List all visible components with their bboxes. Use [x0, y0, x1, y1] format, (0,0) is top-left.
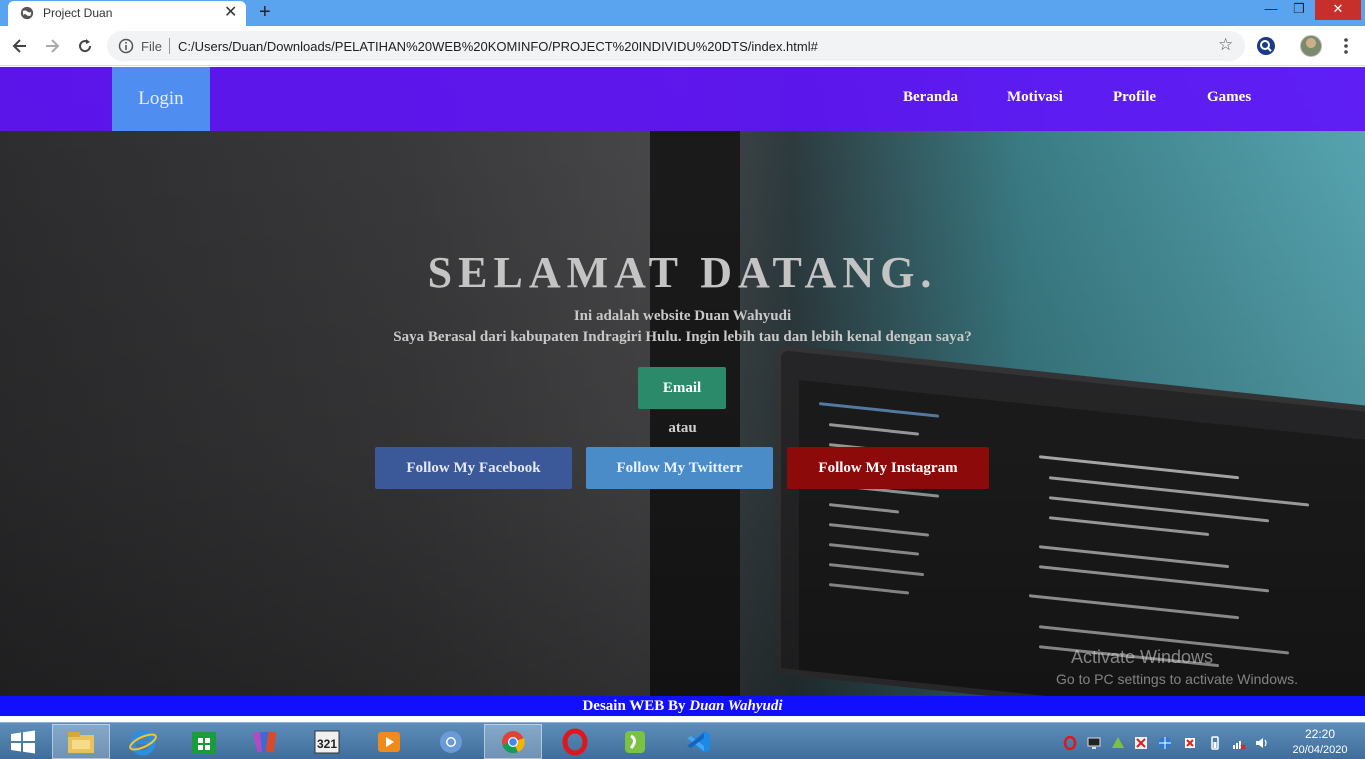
web-page: Login Beranda Motivasi Profile Games SEL… — [0, 67, 1365, 716]
extension-search-icon[interactable] — [1256, 36, 1276, 56]
hero-subtitle: Ini adalah website Duan Wahyudi — [573, 308, 792, 324]
nav-link-beranda[interactable]: Beranda — [903, 89, 958, 106]
url-separator — [169, 38, 170, 54]
tab-close-icon[interactable]: ✕ — [224, 3, 237, 23]
back-arrow-icon[interactable] — [10, 36, 30, 56]
file-explorer-icon[interactable] — [52, 724, 110, 759]
login-button[interactable]: Login — [112, 67, 210, 131]
hero-title: SELAMAT DATANG. — [427, 248, 938, 297]
new-tab-button[interactable]: + — [259, 1, 271, 23]
battery-tray-icon[interactable] — [1208, 736, 1222, 750]
hero-description: Saya Berasal dari kabupaten Indragiri Hu… — [393, 329, 972, 345]
clock-date[interactable]: 20/04/2020 — [1286, 744, 1354, 756]
info-icon[interactable] — [118, 38, 134, 54]
media-player-icon[interactable] — [360, 724, 418, 759]
nav-link-profile[interactable]: Profile — [1113, 89, 1156, 106]
browser-tab[interactable]: Project Duan ✕ — [8, 1, 246, 26]
reload-icon[interactable] — [75, 36, 95, 56]
opera-icon[interactable] — [546, 724, 604, 759]
monitor-tray-icon[interactable] — [1087, 736, 1101, 750]
store-icon[interactable] — [175, 724, 233, 759]
instagram-button[interactable]: Follow My Instagram — [787, 447, 989, 489]
opera-tray-icon[interactable] — [1063, 736, 1077, 750]
profile-avatar[interactable] — [1300, 35, 1322, 57]
chrome-icon[interactable] — [484, 724, 542, 759]
url-text[interactable]: C:/Users/Duan/Downloads/PELATIHAN%20WEB%… — [178, 39, 818, 54]
tool-tray-icon[interactable] — [1134, 736, 1148, 750]
site-navbar: Login Beranda Motivasi Profile Games — [0, 67, 1365, 131]
globe-icon — [20, 6, 34, 20]
windows-taskbar: 321 22:20 20/04/2020 — [0, 722, 1365, 759]
window-close-button[interactable]: ✕ — [1315, 0, 1361, 20]
clock-time[interactable]: 22:20 — [1298, 727, 1342, 741]
nvidia-tray-icon[interactable] — [1111, 736, 1125, 750]
browser-tab-bar: Project Duan ✕ + — ❐ ✕ — [0, 0, 1365, 26]
window-maximize-button[interactable]: ❐ — [1286, 0, 1312, 20]
chromium-icon[interactable] — [422, 724, 480, 759]
windows-start-icon[interactable] — [8, 728, 38, 756]
network-tray-icon[interactable] — [1232, 736, 1246, 750]
nav-link-motivasi[interactable]: Motivasi — [1007, 89, 1063, 106]
svg-text:321: 321 — [317, 737, 337, 751]
nav-link-games[interactable]: Games — [1207, 89, 1251, 106]
network-globe-tray-icon[interactable] — [1158, 736, 1172, 750]
forward-arrow-icon[interactable] — [42, 36, 62, 56]
facebook-button[interactable]: Follow My Facebook — [375, 447, 572, 489]
email-button[interactable]: Email — [638, 367, 726, 409]
browser-toolbar: File C:/Users/Duan/Downloads/PELATIHAN%2… — [0, 26, 1365, 66]
separator-text: atau — [668, 420, 697, 436]
activate-windows-title: Activate Windows — [1071, 647, 1214, 667]
address-bar[interactable]: File C:/Users/Duan/Downloads/PELATIHAN%2… — [107, 31, 1245, 61]
tab-title: Project Duan — [43, 6, 113, 20]
vscode-icon[interactable] — [669, 724, 727, 759]
window-minimize-button[interactable]: — — [1258, 0, 1284, 20]
browser-menu-icon[interactable] — [1336, 36, 1356, 56]
bookmark-star-icon[interactable]: ☆ — [1218, 36, 1233, 54]
site-footer: Desain WEB By Duan Wahyudi — [0, 696, 1365, 716]
footer-prefix: Desain WEB By — [582, 698, 690, 714]
activate-windows-text: Go to PC settings to activate Windows. — [1056, 671, 1298, 687]
camtasia-icon[interactable] — [606, 724, 664, 759]
url-scheme-label: File — [141, 39, 162, 54]
flag-tray-icon[interactable] — [1183, 736, 1197, 750]
twitter-button[interactable]: Follow My Twitterr — [586, 447, 773, 489]
winrar-icon[interactable] — [236, 724, 294, 759]
footer-author: Duan Wahyudi — [689, 698, 783, 714]
internet-explorer-icon[interactable] — [114, 724, 172, 759]
media-player-classic-icon[interactable]: 321 — [298, 724, 356, 759]
volume-tray-icon[interactable] — [1255, 736, 1269, 750]
